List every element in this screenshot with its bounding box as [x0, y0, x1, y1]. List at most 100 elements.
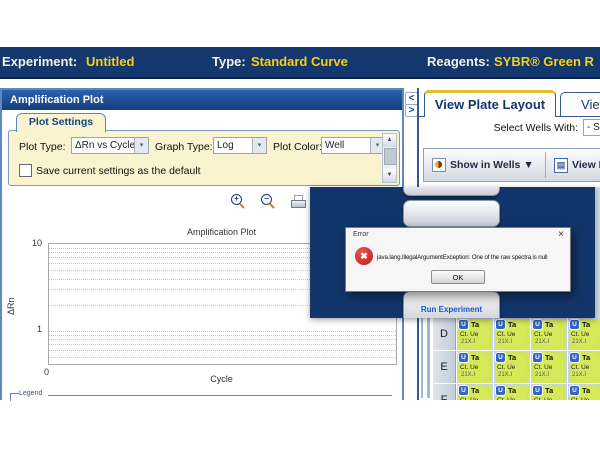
- dialog-title: Error: [353, 231, 369, 238]
- plate-well[interactable]: UTaCt. Ue21X.I: [531, 351, 567, 383]
- gridline: [49, 350, 396, 351]
- task-unknown-badge: U: [570, 320, 579, 329]
- plate-well[interactable]: UTaCt. Ue21X.I: [568, 351, 600, 383]
- well-target: Ta: [471, 386, 479, 395]
- plate-well[interactable]: UTaCt. Ue21X.I: [568, 384, 600, 400]
- plate-background-strip: [595, 187, 600, 318]
- plate-well[interactable]: UTaCt. Ue21X.I: [494, 318, 530, 350]
- plate-grid: DUTaCt. Ue21X.IUTaCt. Ue21X.IUTaCt. Ue21…: [433, 318, 600, 400]
- task-unknown-badge: U: [570, 386, 579, 395]
- plate-well[interactable]: UTaCt. Ue21X.I: [457, 351, 493, 383]
- graph-type-label: Graph Type:: [155, 141, 213, 153]
- well-info: 21X.I: [535, 372, 567, 378]
- tab-view-well-table[interactable]: View: [560, 92, 600, 117]
- well-sample: Ct. Ue: [497, 397, 530, 400]
- select-wells-dropdown[interactable]: - S: [583, 119, 600, 136]
- view-legend-button[interactable]: ▤ View L: [548, 151, 600, 179]
- save-default-checkbox[interactable]: [19, 164, 32, 177]
- type-label: Type:: [212, 47, 246, 76]
- plate-row: EUTaCt. Ue21X.IUTaCt. Ue21X.IUTaCt. Ue21…: [433, 351, 600, 383]
- scrollbar-thumb[interactable]: [384, 148, 397, 165]
- task-unknown-badge: U: [459, 386, 468, 395]
- plate-well[interactable]: UTaCt. Ue21X.I: [568, 318, 600, 350]
- gridline: [49, 335, 396, 336]
- reagents-value: SYBR® Green R: [494, 47, 594, 76]
- legend-group-label: Legend: [19, 390, 42, 397]
- experiment-label: Experiment:: [2, 47, 77, 76]
- zoom-out-icon[interactable]: −: [261, 194, 276, 209]
- well-target: Ta: [508, 353, 516, 362]
- gridline: [49, 344, 396, 345]
- plate-well[interactable]: UTaCt. Ue21X.I: [531, 384, 567, 400]
- well-sample: Ct. Ue: [534, 397, 567, 400]
- well-info: 21X.I: [572, 339, 600, 345]
- plate-toolbar: Show in Wells ▼ ▤ View L: [423, 148, 600, 182]
- task-unknown-badge: U: [496, 353, 505, 362]
- task-unknown-badge: U: [496, 386, 505, 395]
- run-experiment-label: Run Experiment: [403, 305, 500, 314]
- view-legend-icon: ▤: [554, 158, 568, 173]
- error-message: java.lang.IllegalArgumentException: One …: [377, 254, 547, 261]
- task-unknown-badge: U: [533, 320, 542, 329]
- well-sample: Ct. Ue: [571, 331, 600, 338]
- plate-well[interactable]: UTaCt. Ue21X.I: [494, 384, 530, 400]
- plate-row: FUTaCt. Ue21X.IUTaCt. Ue21X.IUTaCt. Ue21…: [433, 384, 600, 400]
- tab-view-plate-layout[interactable]: View Plate Layout: [424, 90, 556, 117]
- zoom-in-icon[interactable]: +: [231, 194, 246, 209]
- legend-groupbox-line: [48, 395, 392, 396]
- experiment-info-bar: Experiment: Untitled Type: Standard Curv…: [0, 47, 600, 79]
- plate-edge-stripe: [427, 318, 430, 398]
- well-sample: Ct. Ue: [460, 331, 493, 338]
- close-icon[interactable]: ×: [558, 229, 564, 240]
- view-legend-label: View L: [572, 159, 600, 171]
- graph-type-select[interactable]: Log ▾: [213, 137, 267, 154]
- gridline: [49, 331, 396, 332]
- select-wells-value: - S: [584, 122, 600, 133]
- task-unknown-badge: U: [533, 386, 542, 395]
- show-in-wells-label: Show in Wells ▼: [450, 159, 534, 171]
- print-icon[interactable]: [291, 195, 306, 207]
- gridline: [49, 357, 396, 358]
- plot-color-select[interactable]: Well ▾: [321, 137, 385, 154]
- settings-scrollbar[interactable]: ▲ ▼: [382, 133, 397, 183]
- chevron-down-icon: ▾: [252, 138, 266, 153]
- plate-row-label: F: [433, 384, 456, 400]
- run-menu-button[interactable]: [403, 200, 500, 227]
- run-menu-button[interactable]: [403, 187, 500, 196]
- task-unknown-badge: U: [459, 353, 468, 362]
- well-target: Ta: [508, 320, 516, 329]
- task-unknown-badge: U: [496, 320, 505, 329]
- well-sample: Ct. Ue: [497, 364, 530, 371]
- chevron-down-icon: ▾: [134, 138, 148, 153]
- plate-well[interactable]: UTa Ct. Ue21X.I: [494, 351, 530, 383]
- tab-plot-settings[interactable]: Plot Settings: [16, 113, 106, 132]
- plate-well[interactable]: UTaCt. Ue21X.I: [531, 318, 567, 350]
- screenshot-root: Experiment: Untitled Type: Standard Curv…: [0, 0, 600, 450]
- show-in-wells-button[interactable]: Show in Wells ▼: [426, 151, 544, 179]
- plot-color-value: Well: [322, 140, 370, 151]
- error-icon: ✖: [355, 247, 373, 265]
- well-target: Ta: [508, 386, 516, 395]
- well-target: Ta: [582, 386, 590, 395]
- plot-type-label: Plot Type:: [19, 141, 66, 153]
- well-sample: Ct. Ue: [571, 364, 600, 371]
- well-sample: Ct. Ue: [571, 397, 600, 400]
- well-info: 21X.I: [498, 372, 530, 378]
- select-wells-label: Select Wells With:: [494, 122, 578, 134]
- plate-row-label: D: [433, 318, 456, 350]
- well-info: 21X.I: [535, 339, 567, 345]
- ok-button[interactable]: OK: [431, 270, 485, 284]
- panel-title: Amplification Plot: [2, 90, 402, 110]
- plate-well[interactable]: UTaCt. Ue21X.I: [457, 318, 493, 350]
- save-default-label: Save current settings as the default: [36, 165, 201, 177]
- toolbar-separator: [545, 152, 546, 178]
- well-target: Ta: [582, 353, 590, 362]
- plate-well[interactable]: UTaCt. Ue21X.I: [457, 384, 493, 400]
- y-axis-label: ΔRn: [6, 285, 16, 315]
- task-unknown-badge: U: [459, 320, 468, 329]
- scroll-up-icon[interactable]: ▲: [383, 134, 396, 147]
- plot-type-select[interactable]: ΔRn vs Cycle ▾: [71, 137, 149, 154]
- well-target: Ta: [471, 353, 479, 362]
- legend-groupbox-corner: [10, 393, 19, 401]
- scroll-down-icon[interactable]: ▼: [383, 169, 396, 182]
